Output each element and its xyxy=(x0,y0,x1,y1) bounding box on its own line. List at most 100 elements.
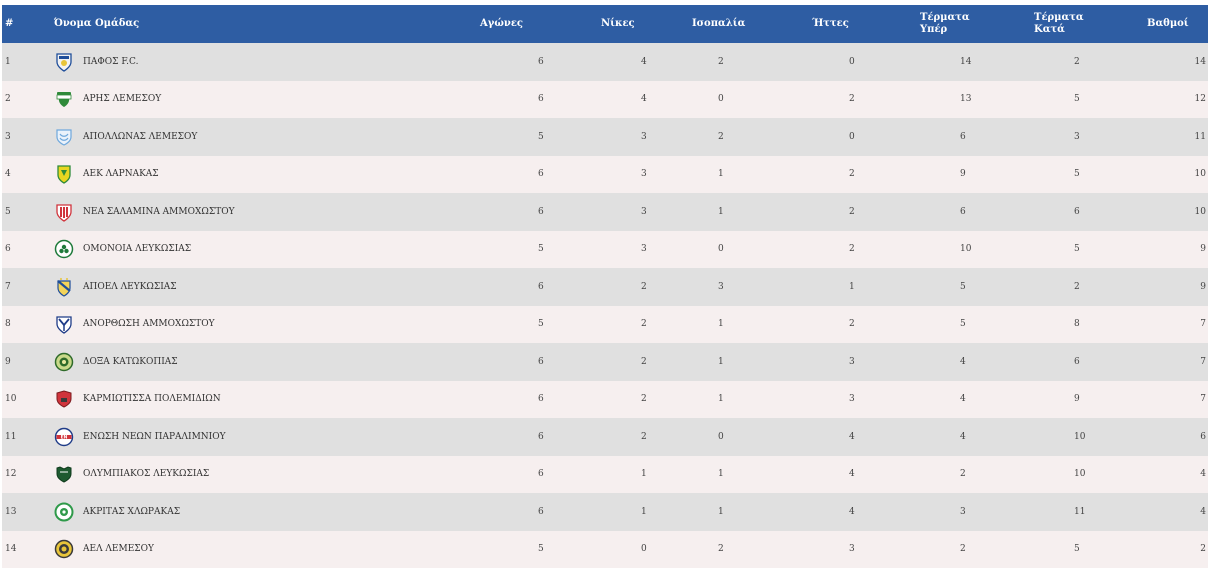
team-name[interactable]: ΠΑΦΟΣ F.C. xyxy=(83,57,138,67)
row-team[interactable]: ΠΑΦΟΣ F.C. xyxy=(54,43,480,81)
row-draws: 2 xyxy=(718,544,724,555)
table-row[interactable]: 13 ΑΚΡΙΤΑΣ ΧΛΩΡΑΚΑΣ 6 1 1 4 3 11 4 xyxy=(2,493,1208,531)
team-name[interactable]: ΑΝΟΡΘΩΣΗ ΑΜΜΟΧΩΣΤΟΥ xyxy=(83,319,215,329)
team-name[interactable]: ΟΛΥΜΠΙΑΚΟΣ ΛΕΥΚΩΣΙΑΣ xyxy=(83,469,209,479)
team-name[interactable]: ΑΠΟΛΛΩΝΑΣ ΛΕΜΕΣΟΥ xyxy=(83,132,197,142)
row-losses: 3 xyxy=(849,356,855,367)
row-goals-against: 5 xyxy=(1074,544,1080,555)
header-played: Αγώνες xyxy=(480,18,523,29)
table-row[interactable]: 3 ΑΠΟΛΛΩΝΑΣ ΛΕΜΕΣΟΥ 5 3 2 0 6 3 11 xyxy=(2,118,1208,156)
table-row[interactable]: 10 ΚΑΡΜΙΩΤΙΣΣΑ ΠΟΛΕΜΙΔΙΩΝ 6 2 1 3 4 9 7 xyxy=(2,380,1208,419)
row-draws: 0 xyxy=(718,244,724,255)
row-draws: 1 xyxy=(718,469,724,480)
table-row[interactable]: 9 ΔΟΞΑ ΚΑΤΩΚΟΠΙΑΣ 6 2 1 3 4 6 7 xyxy=(2,343,1208,381)
header-draws: Ισοπαλία xyxy=(692,18,746,29)
row-team[interactable]: ΟΛΥΜΠΙΑΚΟΣ ΛΕΥΚΩΣΙΑΣ xyxy=(54,456,480,494)
team-name[interactable]: ΑΕΚ ΛΑΡΝΑΚΑΣ xyxy=(83,169,159,179)
row-goals-against: 2 xyxy=(1074,56,1080,67)
table-row[interactable]: 11 ΕΝ ΕΝΩΣΗ ΝΕΩΝ ΠΑΡΑΛΙΜΝΙΟΥ 6 2 0 4 4 10 6 xyxy=(2,418,1208,456)
row-losses: 2 xyxy=(849,319,855,330)
team-name[interactable]: ΚΑΡΜΙΩΤΙΣΣΑ ΠΟΛΕΜΙΔΙΩΝ xyxy=(83,394,221,404)
row-losses: 3 xyxy=(849,544,855,555)
ael-crest-icon xyxy=(54,539,74,559)
row-draws: 1 xyxy=(718,319,724,330)
row-draws: 1 xyxy=(718,206,724,217)
table-header-row: # Όνομα Ομάδας Αγώνες Νίκες Ισοπαλία Ήττ… xyxy=(2,5,1208,43)
team-name[interactable]: ΑΡΗΣ ΛΕΜΕΣΟΥ xyxy=(83,94,161,104)
row-team[interactable]: ΟΜΟΝΟΙΑ ΛΕΥΚΩΣΙΑΣ xyxy=(54,231,480,269)
row-points: 10 xyxy=(1194,206,1206,217)
table-row[interactable]: 5 ΝΕΑ ΣΑΛΑΜΙΝΑ ΑΜΜΟΧΩΣΤΟΥ 6 3 1 2 6 6 10 xyxy=(2,193,1208,231)
header-team-name: Όνομα Ομάδας xyxy=(54,18,140,29)
row-wins: 1 xyxy=(641,506,647,517)
table-row[interactable]: 1 ΠΑΦΟΣ F.C. 6 4 2 0 14 2 14 xyxy=(2,43,1208,81)
row-wins: 2 xyxy=(641,356,647,367)
team-name[interactable]: ΑΚΡΙΤΑΣ ΧΛΩΡΑΚΑΣ xyxy=(83,507,180,517)
header-wins: Νίκες xyxy=(601,18,635,29)
row-position: 1 xyxy=(5,56,11,67)
row-wins: 3 xyxy=(641,206,647,217)
header-goals-against: Τέρματα Κατά xyxy=(1034,5,1147,43)
team-name[interactable]: ΝΕΑ ΣΑΛΑΜΙΝΑ ΑΜΜΟΧΩΣΤΟΥ xyxy=(83,207,235,217)
row-team[interactable]: ΑΡΗΣ ΛΕΜΕΣΟΥ xyxy=(54,81,480,119)
table-row[interactable]: 4 ΑΕΚ ΛΑΡΝΑΚΑΣ 6 3 1 2 9 5 10 xyxy=(2,155,1208,194)
table-row[interactable]: 12 ΟΛΥΜΠΙΑΚΟΣ ΛΕΥΚΩΣΙΑΣ 6 1 1 4 2 10 4 xyxy=(2,455,1208,494)
row-goals-against: 5 xyxy=(1074,244,1080,255)
row-wins: 3 xyxy=(641,131,647,142)
svg-text:ΕΝ: ΕΝ xyxy=(61,434,68,440)
team-name[interactable]: ΔΟΞΑ ΚΑΤΩΚΟΠΙΑΣ xyxy=(83,357,178,367)
omonoia-crest-icon xyxy=(54,239,74,259)
team-name[interactable]: ΑΠΟΕΛ ΛΕΥΚΩΣΙΑΣ xyxy=(83,282,177,292)
row-team[interactable]: ΕΝ ΕΝΩΣΗ ΝΕΩΝ ΠΑΡΑΛΙΜΝΙΟΥ xyxy=(54,418,480,456)
row-team[interactable]: ΑΝΟΡΘΩΣΗ ΑΜΜΟΧΩΣΤΟΥ xyxy=(54,306,480,344)
row-goals-for: 2 xyxy=(960,544,966,555)
team-name[interactable]: ΕΝΩΣΗ ΝΕΩΝ ΠΑΡΑΛΙΜΝΙΟΥ xyxy=(83,432,226,442)
row-goals-for: 4 xyxy=(960,431,966,442)
row-team[interactable]: ΑΚΡΙΤΑΣ ΧΛΩΡΑΚΑΣ xyxy=(54,493,480,531)
table-row[interactable]: 2 ΑΡΗΣ ΛΕΜΕΣΟΥ 6 4 0 2 13 5 12 xyxy=(2,80,1208,119)
table-row[interactable]: 6 ΟΜΟΝΟΙΑ ΛΕΥΚΩΣΙΑΣ 5 3 0 2 10 5 9 xyxy=(2,230,1208,269)
row-played: 6 xyxy=(538,506,544,517)
row-losses: 4 xyxy=(849,506,855,517)
header-losses: Ήττες xyxy=(812,18,849,29)
row-goals-against: 5 xyxy=(1074,94,1080,105)
row-wins: 1 xyxy=(641,469,647,480)
row-wins: 2 xyxy=(641,319,647,330)
row-team[interactable]: ΑΕΚ ΛΑΡΝΑΚΑΣ xyxy=(54,156,480,194)
pafos-crest-icon xyxy=(54,52,74,72)
row-losses: 1 xyxy=(849,281,855,292)
row-team[interactable]: ΝΕΑ ΣΑΛΑΜΙΝΑ ΑΜΜΟΧΩΣΤΟΥ xyxy=(54,193,480,231)
header-goals-for-line1: Τέρματα xyxy=(920,12,970,23)
row-played: 6 xyxy=(538,56,544,67)
row-points: 12 xyxy=(1194,94,1206,105)
row-team[interactable]: ΑΠΟΕΛ ΛΕΥΚΩΣΙΑΣ xyxy=(54,268,480,306)
row-team[interactable]: ΑΠΟΛΛΩΝΑΣ ΛΕΜΕΣΟΥ xyxy=(54,118,480,156)
row-team[interactable]: ΑΕΛ ΛΕΜΕΣΟΥ xyxy=(54,531,480,569)
row-team[interactable]: ΚΑΡΜΙΩΤΙΣΣΑ ΠΟΛΕΜΙΔΙΩΝ xyxy=(54,381,480,419)
row-goals-against: 11 xyxy=(1074,506,1086,517)
table-row[interactable]: 14 ΑΕΛ ΛΕΜΕΣΟΥ 5 0 2 3 2 5 2 xyxy=(2,530,1208,569)
row-played: 6 xyxy=(538,431,544,442)
row-position: 9 xyxy=(5,356,11,367)
row-draws: 0 xyxy=(718,431,724,442)
team-name[interactable]: ΟΜΟΝΟΙΑ ΛΕΥΚΩΣΙΑΣ xyxy=(83,244,191,254)
enp-crest-icon: ΕΝ xyxy=(54,427,74,447)
karmiotissa-crest-icon xyxy=(54,389,74,409)
row-points: 2 xyxy=(1200,544,1206,555)
row-played: 6 xyxy=(538,206,544,217)
row-losses: 4 xyxy=(849,469,855,480)
nea-salamina-crest-icon xyxy=(54,202,74,222)
row-goals-against: 10 xyxy=(1074,469,1086,480)
row-played: 5 xyxy=(538,319,544,330)
row-position: 3 xyxy=(5,131,11,142)
row-goals-for: 4 xyxy=(960,394,966,405)
row-played: 6 xyxy=(538,281,544,292)
row-goals-against: 2 xyxy=(1074,281,1080,292)
row-team[interactable]: ΔΟΞΑ ΚΑΤΩΚΟΠΙΑΣ xyxy=(54,343,480,381)
table-row[interactable]: 8 ΑΝΟΡΘΩΣΗ ΑΜΜΟΧΩΣΤΟΥ 5 2 1 2 5 8 7 xyxy=(2,305,1208,344)
row-played: 6 xyxy=(538,356,544,367)
row-position: 12 xyxy=(5,469,17,480)
table-row[interactable]: 7 ΑΠΟΕΛ ΛΕΥΚΩΣΙΑΣ 6 2 3 1 5 2 9 xyxy=(2,268,1208,306)
team-name[interactable]: ΑΕΛ ΛΕΜΕΣΟΥ xyxy=(83,544,154,554)
row-position: 7 xyxy=(5,281,11,292)
